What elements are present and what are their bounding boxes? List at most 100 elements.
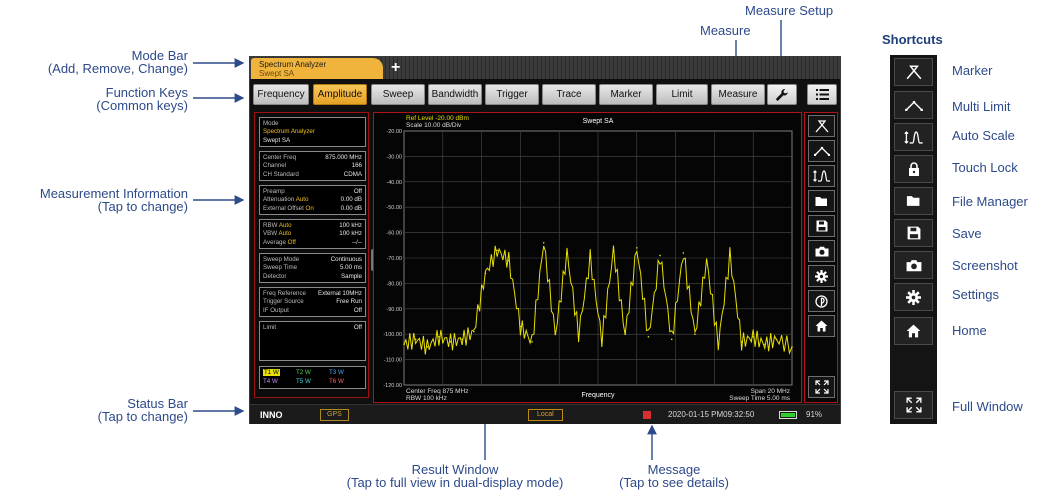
callout-measure-setup-title: Measure Setup xyxy=(745,3,834,18)
trace-point xyxy=(740,341,743,343)
trace-t3[interactable]: T3 W xyxy=(329,368,362,377)
auto-scale-icon xyxy=(903,130,923,144)
legend-home-button[interactable] xyxy=(894,317,933,345)
trace-t1[interactable]: T1 W xyxy=(263,368,296,377)
shortcut-auto-scale-button[interactable] xyxy=(808,165,835,187)
folder-icon xyxy=(906,196,919,206)
legend-label-file-manager: File Manager xyxy=(952,194,1028,209)
trace-point xyxy=(705,259,708,262)
camera-icon xyxy=(815,246,828,256)
info-mode-box[interactable]: Mode Spectrum Analyzer Swept SA xyxy=(259,117,366,147)
gear-icon xyxy=(906,289,921,305)
shortcut-screenshot-button[interactable] xyxy=(808,240,835,262)
info-mode-label: Mode xyxy=(263,120,279,127)
info-row: Channel 166 xyxy=(263,162,362,170)
info-trace-box[interactable]: T1 W T2 W T3 W T4 W T5 W T6 W xyxy=(259,366,366,389)
multi-limit-icon xyxy=(904,100,923,111)
trace-point xyxy=(682,252,685,254)
trace-t2[interactable]: T2 W xyxy=(296,368,329,377)
legend-multi-limit-button[interactable] xyxy=(894,91,933,119)
legend-settings-button[interactable] xyxy=(894,283,933,311)
trace-t4[interactable]: T4 W xyxy=(263,377,296,386)
info-limit-box[interactable]: Limit Off xyxy=(259,321,366,361)
shortcut-full-window-button[interactable] xyxy=(808,376,835,398)
trace-t5[interactable]: T5 W xyxy=(296,377,329,386)
trace-point xyxy=(403,343,405,346)
measurement-info-panel[interactable]: Mode Spectrum Analyzer Swept SA Center F… xyxy=(254,112,369,398)
fkey-marker[interactable]: Marker xyxy=(599,84,653,105)
info-key: Attenuation xyxy=(263,196,295,204)
fkey-trigger[interactable]: Trigger xyxy=(485,84,539,105)
multi-limit-icon xyxy=(813,146,830,156)
y-tick-label: -40.00 xyxy=(386,180,402,186)
message-indicator-icon[interactable] xyxy=(643,411,651,419)
shortcut-settings-button[interactable] xyxy=(808,265,835,287)
info-sweep-box[interactable]: Sweep Mode Continuous Sweep Time 5.00 ms D… xyxy=(259,253,366,283)
callout-measurement-info-sub: (Tap to change) xyxy=(97,199,188,214)
gps-indicator[interactable]: GPS xyxy=(320,409,349,421)
info-row: Sweep Time 5.00 ms xyxy=(263,264,362,272)
trace-point xyxy=(659,254,661,257)
info-mode-app: Spectrum Analyzer xyxy=(263,128,315,136)
y-tick-label: -30.00 xyxy=(386,154,402,160)
legend-save-button[interactable] xyxy=(894,219,933,247)
trace-t6[interactable]: T6 W xyxy=(329,377,362,386)
legend-screenshot-button[interactable] xyxy=(894,251,933,279)
result-window[interactable]: -20.00 -30.00 -40.00 -50.00 -60.00 -70.00 -80.… xyxy=(373,112,802,403)
info-key: Preamp xyxy=(263,188,285,195)
shortcut-multi-limit-button[interactable] xyxy=(808,140,835,162)
status-datetime: 2020-01-15 PM09:32:50 xyxy=(668,410,755,419)
touch-icon xyxy=(815,294,828,308)
mode-tab-spectrum-analyzer[interactable]: Spectrum Analyzer Swept SA xyxy=(251,58,383,79)
y-tick-label: -110.00 xyxy=(384,358,402,364)
info-amp-box[interactable]: Preamp Off Attenuation Auto 0.00 dB Extern… xyxy=(259,185,366,215)
info-value: 0.00 dB xyxy=(340,196,362,204)
shortcut-touch-button[interactable] xyxy=(808,290,835,312)
fkey-sweep[interactable]: Sweep xyxy=(371,84,425,105)
save-icon xyxy=(816,220,827,232)
info-freq-box[interactable]: Center Freq 875.000 MHz Channel 166 CH Sta… xyxy=(259,151,366,181)
trace-point xyxy=(577,333,580,335)
info-bw-box[interactable]: RBW Auto 100 kHz VBW Auto 100 kHz Average … xyxy=(259,219,366,249)
shortcut-save-button[interactable] xyxy=(808,215,835,237)
fkey-frequency[interactable]: Frequency xyxy=(253,84,309,105)
info-value: Sample xyxy=(341,272,362,280)
local-indicator[interactable]: Local xyxy=(528,409,563,421)
shortcut-home-button[interactable] xyxy=(808,315,835,337)
callout-result-window-sub: (Tap to full view in dual-display mode) xyxy=(346,475,564,490)
legend-marker-button[interactable] xyxy=(894,58,933,86)
callout-mode-bar: Mode Bar (Add, Remove, Change) xyxy=(48,49,188,75)
info-key: Sweep Mode xyxy=(263,256,300,263)
plot-title: Swept SA xyxy=(583,118,614,125)
fkey-amplitude[interactable]: Amplitude xyxy=(313,84,367,105)
trace-point xyxy=(636,247,638,249)
menu-button[interactable] xyxy=(807,84,837,105)
status-bar[interactable]: INNO GPS Local 2020-01-15 PM09:32:50 91% xyxy=(250,404,840,424)
trace-point xyxy=(542,241,545,244)
measure-setup-button[interactable] xyxy=(767,84,797,105)
trace-point xyxy=(601,338,603,341)
fkey-bandwidth[interactable]: Bandwidth xyxy=(428,84,482,105)
info-row: Sweep Mode Continuous xyxy=(263,256,362,264)
info-key: CH Standard xyxy=(263,170,299,178)
callout-measure: Measure xyxy=(700,24,751,37)
legend-touch-lock-button[interactable] xyxy=(894,155,933,183)
y-tick-label: -80.00 xyxy=(386,281,402,287)
info-key: Center Freq xyxy=(263,154,297,161)
legend-label-auto-scale: Auto Scale xyxy=(952,128,1015,143)
trace-point xyxy=(473,330,475,333)
add-mode-button[interactable]: + xyxy=(391,57,400,79)
fkey-measure[interactable]: Measure xyxy=(711,84,765,105)
info-key: RBW xyxy=(263,222,278,229)
info-ref-box[interactable]: Freq Reference External 10MHz Trigger Sou… xyxy=(259,287,366,317)
fkey-limit[interactable]: Limit xyxy=(656,84,708,105)
shortcut-marker-button[interactable] xyxy=(808,115,835,137)
fkey-trace[interactable]: Trace xyxy=(542,84,596,105)
x-axis-label: Frequency xyxy=(581,392,615,399)
shortcut-file-manager-button[interactable] xyxy=(808,190,835,212)
legend-auto-scale-button[interactable] xyxy=(894,123,933,151)
legend-full-window-button[interactable] xyxy=(894,391,933,419)
legend-file-manager-button[interactable] xyxy=(894,187,933,215)
info-key: Trigger Source xyxy=(263,298,304,306)
scale-label: Scale 10.00 dB/Div xyxy=(406,122,462,129)
